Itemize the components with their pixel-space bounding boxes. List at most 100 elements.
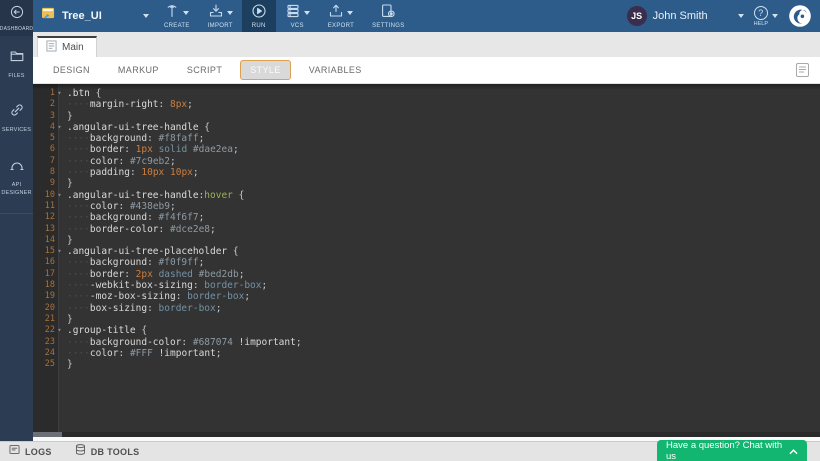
code-editor[interactable]: 1 ▾ .btn { 2 ····margin-right: 8px; 3 } … [33,84,820,437]
line-number[interactable]: 17 [33,269,55,280]
dashboard-button[interactable]: DASHBOARD [0,0,33,36]
line-number[interactable]: 23 [33,337,55,348]
line-number[interactable]: 3 [33,111,55,122]
fold-spacer [55,291,64,302]
line-number[interactable]: 8 [33,167,55,178]
code-line: 22 ▾ .group-title { [33,325,820,336]
line-number[interactable]: 16 [33,257,55,268]
line-number[interactable]: 7 [33,156,55,167]
code-line: 17 ····border: 2px dashed #bed2db; [33,269,820,280]
fold-spacer [55,178,64,189]
code-line: 14 } [33,235,820,246]
dashboard-label: DASHBOARD [0,26,33,32]
code-text: } [64,178,73,189]
line-number[interactable]: 18 [33,280,55,291]
fold-marker-icon[interactable]: ▾ [55,246,64,257]
menu-import[interactable]: IMPORT [199,0,242,32]
line-number[interactable]: 21 [33,314,55,325]
chevron-down-icon [304,11,310,15]
line-number[interactable]: 25 [33,359,55,370]
menu-settings[interactable]: SETTINGS [363,0,413,32]
chevron-down-icon [738,14,744,18]
page-icon [46,39,57,57]
statusbar-label: DB TOOLS [91,447,140,457]
statusbar-label: LOGS [25,447,52,457]
line-number[interactable]: 10 [33,190,55,201]
line-number[interactable]: 12 [33,212,55,223]
tab-main[interactable]: Main [37,36,97,57]
code-line: 4 ▾ .angular-ui-tree-handle { [33,122,820,133]
code-line: 15 ▾ .angular-ui-tree-placeholder { [33,246,820,257]
fold-spacer [55,167,64,178]
arch-icon [9,157,25,178]
menu-label: CREATE [164,23,190,29]
line-number[interactable]: 1 [33,88,55,99]
fold-marker-icon[interactable]: ▾ [55,88,64,99]
code-line: 2 ····margin-right: 8px; [33,99,820,110]
menu-run[interactable]: RUN [242,0,276,32]
line-number[interactable]: 14 [33,235,55,246]
subtab-markup[interactable]: MARKUP [108,60,169,80]
line-number[interactable]: 5 [33,133,55,144]
fold-spacer [55,201,64,212]
menu-label: SETTINGS [372,23,404,29]
code-text: ····box-sizing: border-box; [64,303,221,314]
menu-vcs[interactable]: VCS [276,0,319,32]
chat-widget[interactable]: Have a question? Chat with us [657,440,807,461]
settings-icon [380,3,396,24]
project-icon [41,7,56,25]
user-menu[interactable]: JS John Smith [627,6,744,26]
fold-spacer [55,280,64,291]
line-number[interactable]: 6 [33,144,55,155]
line-number[interactable]: 19 [33,291,55,302]
subtab-style[interactable]: STYLE [240,60,291,80]
fold-marker-icon[interactable]: ▾ [55,325,64,336]
fold-spacer [55,224,64,235]
line-number[interactable]: 9 [33,178,55,189]
code-line: 20 ····box-sizing: border-box; [33,303,820,314]
code-line: 10 ▾ .angular-ui-tree-handle:hover { [33,190,820,201]
line-number[interactable]: 4 [33,122,55,133]
menu-export[interactable]: EXPORT [319,0,363,32]
subtab-design[interactable]: DESIGN [43,60,100,80]
statusbar-db-tools[interactable]: DB TOOLS [74,443,140,461]
code-text: .group-title { [64,325,147,336]
fold-spacer [55,337,64,348]
line-number[interactable]: 15 [33,246,55,257]
code-line: 24 ····color: #FFF !important; [33,348,820,359]
sidebar-item-label: API DESIGNER [1,181,32,198]
project-selector[interactable]: Tree_UI [33,0,155,32]
line-number[interactable]: 20 [33,303,55,314]
sidebar-item-api-designer[interactable]: API DESIGNER [0,145,33,208]
fold-marker-icon[interactable]: ▾ [55,122,64,133]
help-button[interactable]: ? HELP [754,6,778,27]
code-line: 23 ····background-color: #687074 !import… [33,337,820,348]
menu-label: IMPORT [208,23,233,29]
fold-spacer [55,156,64,167]
line-number[interactable]: 11 [33,201,55,212]
sidebar-item-services[interactable]: SERVICES [0,90,33,144]
menu-create[interactable]: CREATE [155,0,199,32]
line-number[interactable]: 22 [33,325,55,336]
line-number[interactable]: 13 [33,224,55,235]
statusbar-logs[interactable]: LOGS [8,443,52,461]
subtab-script[interactable]: SCRIPT [177,60,232,80]
menu-label: RUN [252,23,266,29]
menu-label: EXPORT [328,23,354,29]
code-text: ····background: #f4f6f7; [64,212,204,223]
database-icon [74,443,87,461]
line-number[interactable]: 24 [33,348,55,359]
line-number[interactable]: 2 [33,99,55,110]
fold-marker-icon[interactable]: ▾ [55,190,64,201]
format-code-button[interactable] [795,62,810,78]
topbar: Tree_UI CREATE IMPORT RUN VCS EXPORT SET… [33,0,820,32]
subtab-variables[interactable]: VARIABLES [299,60,372,80]
hammer-icon [164,3,180,24]
sidebar-item-files[interactable]: FILES [0,36,33,90]
code-text: .angular-ui-tree-handle:hover { [64,190,244,201]
wavemaker-logo-icon[interactable] [788,4,812,28]
code-line: 11 ····color: #438eb9; [33,201,820,212]
fold-spacer [55,314,64,325]
tab-label: Main [62,42,84,53]
code-text: ····background: #f8faff; [64,133,204,144]
